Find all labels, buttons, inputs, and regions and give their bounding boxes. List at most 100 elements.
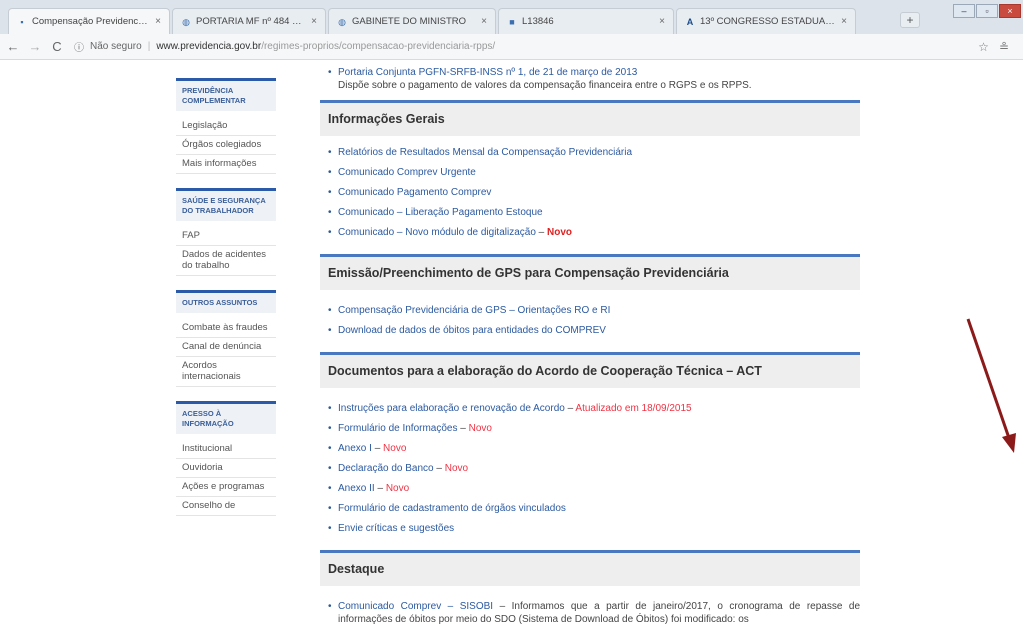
tab-strip: ▪ Compensação Previdenciária - P × ◍ POR…	[0, 0, 1023, 34]
relatorios-link[interactable]: Relatórios de Resultados Mensal da Compe…	[338, 147, 632, 158]
globe-icon: ◍	[182, 16, 190, 27]
portaria-description: Dispõe sobre o pagamento de valores da c…	[338, 80, 752, 91]
doc-icon: ■	[509, 16, 515, 27]
sidebar-item-mais-informacoes[interactable]: Mais informações	[176, 155, 276, 174]
section-list: Relatórios de Resultados Mensal da Compe…	[320, 136, 860, 254]
back-icon[interactable]: ←	[4, 38, 22, 56]
new-tab-button[interactable]: +	[900, 12, 920, 28]
section-list: Instruções para elaboração e renovação d…	[320, 388, 860, 550]
sidebar-item-conselho[interactable]: Conselho de	[176, 497, 276, 516]
list-item: Envie críticas e sugestões	[320, 522, 860, 535]
sidebar-heading: OUTROS ASSUNTOS	[176, 290, 276, 313]
list-item: Portaria Conjunta PGFN-SRFB-INSS nº 1, d…	[320, 66, 860, 79]
sidebar-item-canal-denuncia[interactable]: Canal de denúncia	[176, 338, 276, 357]
tab-label: GABINETE DO MINISTRO	[352, 16, 467, 27]
updated-badge: Atualizado em 18/09/2015	[575, 403, 692, 414]
close-icon[interactable]: ×	[311, 16, 317, 27]
tab-gabinete[interactable]: ◍ GABINETE DO MINISTRO ×	[328, 8, 496, 34]
instrucoes-link[interactable]: Instruções para elaboração e renovação d…	[338, 403, 565, 414]
comunicado-urgente-link[interactable]: Comunicado Comprev Urgente	[338, 167, 476, 178]
sidebar-item-acoes[interactable]: Ações e programas	[176, 478, 276, 497]
novo-badge: Novo	[444, 463, 469, 474]
tab-label: L13846	[522, 16, 554, 27]
page-icon: ▪	[20, 16, 24, 27]
tab-compensacao[interactable]: ▪ Compensação Previdenciária - P ×	[8, 8, 170, 34]
anexo-i-link[interactable]: Anexo I	[338, 443, 372, 454]
close-icon[interactable]: ×	[155, 16, 161, 27]
font-icon: A	[686, 16, 694, 27]
sidebar-group-saude: SAÚDE E SEGURANÇA DO TRABALHADOR FAP Dad…	[176, 188, 276, 276]
comunicado-pagamento-link[interactable]: Comunicado Pagamento Comprev	[338, 187, 491, 198]
extension-icon[interactable]: ≗	[999, 40, 1009, 54]
sidebar-item-acordos[interactable]: Acordos internacionais	[176, 357, 276, 387]
list-item: Anexo II – Novo	[320, 482, 860, 495]
section-list: Compensação Previdenciária de GPS – Orie…	[320, 290, 860, 352]
formulario-informacoes-link[interactable]: Formulário de Informações	[338, 423, 458, 434]
sidebar-heading: PREVIDÊNCIA COMPLEMENTAR	[176, 78, 276, 111]
modulo-digitalizacao-link[interactable]: Comunicado – Novo módulo de digitalizaçã…	[338, 227, 536, 238]
declaracao-banco-link[interactable]: Declaração do Banco	[338, 463, 434, 474]
novo-badge: Novo	[383, 443, 407, 454]
list-item: Instruções para elaboração e renovação d…	[320, 402, 860, 415]
sidebar-group-previdencia: PREVIDÊNCIA COMPLEMENTAR Legislação Órgã…	[176, 78, 276, 174]
tab-portaria[interactable]: ◍ PORTARIA MF nº 484 de 13nov.2 ×	[172, 8, 326, 34]
list-item: Anexo I – Novo	[320, 442, 860, 455]
section-title-informacoes: Informações Gerais	[320, 100, 860, 136]
section-title-act: Documentos para a elaboração do Acordo d…	[320, 352, 860, 388]
sidebar-heading: SAÚDE E SEGURANÇA DO TRABALHADOR	[176, 188, 276, 221]
tab-congresso[interactable]: A 13º CONGRESSO ESTADUAL DA ×	[676, 8, 856, 34]
close-icon[interactable]: ×	[481, 16, 487, 27]
close-icon[interactable]: ×	[659, 16, 665, 27]
divider: |	[147, 41, 151, 52]
sidebar-item-fap[interactable]: FAP	[176, 227, 276, 246]
list-item: Compensação Previdenciária de GPS – Orie…	[320, 304, 860, 317]
anexo-ii-link[interactable]: Anexo II	[338, 483, 375, 494]
section-title-destaque: Destaque	[320, 550, 860, 586]
list-item: Formulário de cadastramento de órgãos vi…	[320, 502, 860, 515]
sidebar: PREVIDÊNCIA COMPLEMENTAR Legislação Órgã…	[176, 78, 276, 530]
close-icon[interactable]: ×	[841, 16, 847, 27]
destaque-content: Comunicado Comprev – SISOBI – Informamos…	[320, 586, 860, 626]
sidebar-item-institucional[interactable]: Institucional	[176, 440, 276, 459]
url-path: /regimes-proprios/compensacao-previdenci…	[261, 41, 496, 52]
minimize-button[interactable]: ‒	[953, 4, 975, 18]
url-host: www.previdencia.gov.br	[156, 41, 262, 52]
sidebar-heading: ACESSO À INFORMAÇÃO	[176, 401, 276, 434]
liberacao-estoque-link[interactable]: Comunicado – Liberação Pagamento Estoque	[338, 207, 543, 218]
info-icon[interactable]: ⓘ	[74, 39, 84, 54]
tab-label: Compensação Previdenciária - P	[32, 16, 149, 27]
sidebar-group-outros: OUTROS ASSUNTOS Combate às fraudes Canal…	[176, 290, 276, 387]
reload-icon[interactable]: C	[48, 38, 66, 56]
main-content: Portaria Conjunta PGFN-SRFB-INSS nº 1, d…	[320, 60, 860, 626]
security-label: Não seguro	[90, 41, 142, 52]
close-window-button[interactable]: ×	[999, 4, 1021, 18]
list-item: Comunicado Comprev Urgente	[320, 166, 860, 179]
maximize-button[interactable]: ▫	[976, 4, 998, 18]
sidebar-item-combate-fraudes[interactable]: Combate às fraudes	[176, 319, 276, 338]
list-item: Comunicado – Liberação Pagamento Estoque	[320, 206, 860, 219]
sidebar-item-orgaos[interactable]: Órgãos colegiados	[176, 136, 276, 155]
gps-orientacoes-link[interactable]: Compensação Previdenciária de GPS – Orie…	[338, 305, 610, 316]
list-item: Declaração do Banco – Novo	[320, 462, 860, 475]
sidebar-group-acesso: ACESSO À INFORMAÇÃO Institucional Ouvido…	[176, 401, 276, 516]
red-arrow-annotation	[966, 318, 1016, 453]
list-item: Comunicado – Novo módulo de digitalizaçã…	[320, 226, 860, 239]
url-field[interactable]: ⓘ Não seguro | www.previdencia.gov.br /r…	[74, 37, 978, 57]
criticas-sugestoes-link[interactable]: Envie críticas e sugestões	[338, 523, 454, 534]
section-title-gps: Emissão/Preenchimento de GPS para Compen…	[320, 254, 860, 290]
list-item: Relatórios de Resultados Mensal da Compe…	[320, 146, 860, 159]
sidebar-item-dados-acidentes[interactable]: Dados de acidentes do trabalho	[176, 246, 276, 276]
download-obitos-link[interactable]: Download de dados de óbitos para entidad…	[338, 325, 606, 336]
novo-badge: Novo	[468, 423, 492, 434]
forward-icon[interactable]: →	[26, 38, 44, 56]
tab-l13846[interactable]: ■ L13846 ×	[498, 8, 674, 34]
list-item: Comunicado Pagamento Comprev	[320, 186, 860, 199]
tab-label: 13º CONGRESSO ESTADUAL DA	[700, 16, 836, 27]
comprev-sisobi-link[interactable]: Comunicado Comprev – SISOBI	[338, 601, 493, 612]
cadastramento-orgaos-link[interactable]: Formulário de cadastramento de órgãos vi…	[338, 503, 566, 514]
star-icon[interactable]: ☆	[978, 40, 989, 54]
toolbar-actions: ☆ ≗	[978, 40, 1009, 54]
sidebar-item-legislacao[interactable]: Legislação	[176, 117, 276, 136]
sidebar-item-ouvidoria[interactable]: Ouvidoria	[176, 459, 276, 478]
portaria-link[interactable]: Portaria Conjunta PGFN-SRFB-INSS nº 1, d…	[338, 67, 637, 78]
